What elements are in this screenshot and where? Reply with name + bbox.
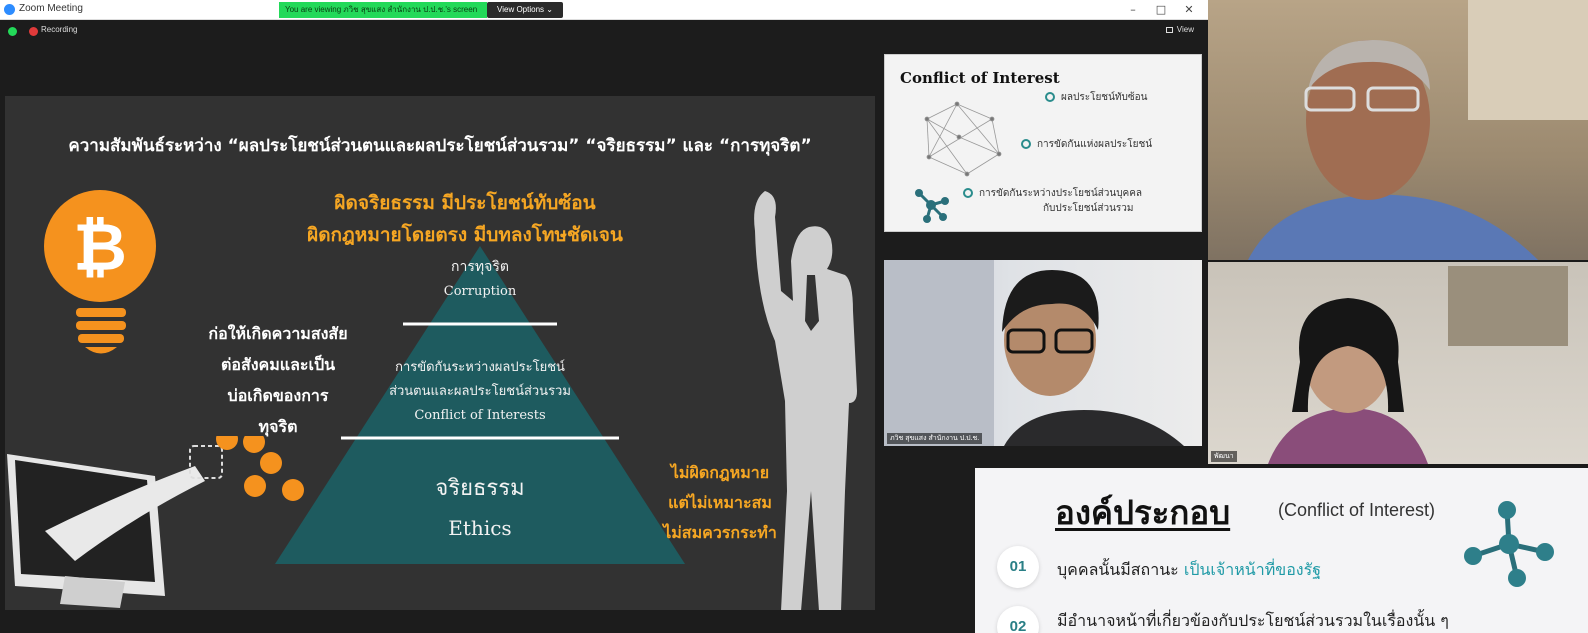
video-tile-presenter[interactable]: ภวิช สุขแสง สำนักงาน ป.ป.ช.: [884, 260, 1202, 446]
mini-slide-item-1: ผลประโยชน์ทับซ้อน: [1045, 90, 1148, 105]
speaker-2-video: [1268, 266, 1568, 464]
left-text-line: ต่อสังคมและเป็น: [220, 355, 336, 374]
mini-slide-item-text: ผลประโยชน์ทับซ้อน: [1061, 92, 1148, 103]
component-item-2: มีอำนาจหน้าที่เกี่ยวข้องกับประโยชน์ส่วนร…: [1057, 609, 1449, 633]
component-item-text: มีอำนาจหน้าที่เกี่ยวข้องกับประโยชน์ส่วนร…: [1057, 611, 1449, 630]
shared-screen-slide: ความสัมพันธ์ระหว่าง “ผลประโยชน์ส่วนตนและ…: [5, 96, 875, 610]
left-text-line: ก่อให้เกิดความสงสัย: [208, 324, 348, 343]
slide-title: ความสัมพันธ์ระหว่าง “ผลประโยชน์ส่วนตนและ…: [68, 136, 812, 156]
components-slide: องค์ประกอบ (Conflict of Interest) 01 บุค…: [975, 468, 1588, 633]
mini-slide-item-text: การขัดกันระหว่างประโยชน์ส่วนบุคคล: [979, 188, 1143, 199]
mini-slide-item-3-cont: กับประโยชน์ส่วนรวม: [1043, 203, 1134, 214]
monitor-coins-illustration: [7, 436, 304, 608]
molecule-icon: [1464, 501, 1554, 587]
bitcoin-lightbulb-icon: ₿: [44, 190, 156, 354]
components-heading: องค์ประกอบ: [1055, 493, 1231, 532]
component-item-text: บุคคลนั้นมีสถานะ: [1057, 560, 1184, 579]
participant-name-label: ภวิช สุขแสง สำนักงาน ป.ป.ช.: [887, 433, 983, 444]
view-options-label: View Options: [497, 5, 545, 14]
speaker-1-video: [1248, 0, 1588, 260]
mini-slide-thumbnail[interactable]: Conflict of Interest ผลประโยชน์ทับซ้อน ก…: [884, 54, 1202, 232]
view-button[interactable]: View: [1165, 25, 1194, 34]
mini-slide-item-text: การขัดกันแห่งผลประโยชน์: [1037, 139, 1153, 150]
radio-icon: [1021, 139, 1031, 149]
component-item-1: บุคคลนั้นมีสถานะ เป็นเจ้าหน้าที่ของรัฐ: [1057, 558, 1321, 583]
mini-slide-title: Conflict of Interest: [900, 69, 1060, 87]
components-subheading: (Conflict of Interest): [1278, 500, 1436, 520]
presenter-video: [884, 260, 1184, 446]
network-graph-icon: [924, 101, 1002, 177]
pyramid-middle-th-1: การขัดกันระหว่างผลประโยชน์: [395, 360, 565, 375]
close-button[interactable]: ✕: [1178, 2, 1200, 18]
minimize-button[interactable]: –: [1122, 2, 1144, 18]
viewing-banner: You are viewing ภวิช สุขแสง สำนักงาน ป.ป…: [279, 2, 487, 18]
shield-icon[interactable]: [8, 27, 17, 36]
maximize-button[interactable]: □: [1150, 2, 1172, 18]
item-number-badge: 02: [997, 606, 1039, 633]
recording-icon: [29, 27, 38, 36]
pyramid-bottom-en: Ethics: [448, 516, 512, 540]
pyramid-bottom-th: จริยธรรม: [435, 476, 525, 501]
participant-name-label: พัฒนา: [1211, 451, 1237, 462]
view-options-button[interactable]: View Options ⌄: [487, 2, 563, 18]
svg-text:₿: ₿: [73, 209, 127, 286]
chevron-down-icon: ⌄: [546, 5, 553, 14]
radio-icon: [963, 188, 973, 198]
mini-slide-item-3: การขัดกันระหว่างประโยชน์ส่วนบุคคล: [963, 186, 1142, 201]
headline-line-1: ผิดจริยธรรม มีประโยชน์ทับซ้อน: [334, 192, 596, 214]
left-text-line: บ่อเกิดของการ: [227, 386, 329, 405]
mini-slide-item-2: การขัดกันแห่งผลประโยชน์: [1021, 137, 1152, 152]
item-number-badge: 01: [997, 546, 1039, 588]
pyramid-middle-en: Conflict of Interests: [414, 408, 546, 423]
window-title: Zoom Meeting: [19, 3, 83, 14]
screen: Zoom Meeting You are viewing ภวิช สุขแสง…: [0, 0, 1588, 633]
pyramid-middle-th-2: ส่วนตนและผลประโยชน์ส่วนรวม: [389, 384, 571, 399]
title-bar: Zoom Meeting You are viewing ภวิช สุขแสง…: [0, 0, 1208, 20]
zoom-app-icon: [4, 4, 15, 15]
businessman-illustration: [754, 191, 857, 610]
pyramid-top-th: การทุจริต: [451, 259, 509, 275]
left-text-block: ก่อให้เกิดความสงสัย ต่อสังคมและเป็น บ่อเ…: [193, 318, 363, 442]
view-label: View: [1176, 25, 1194, 34]
grid-icon: [1165, 26, 1173, 33]
video-tile-speaker-2[interactable]: พัฒนา: [1208, 262, 1588, 464]
molecule-icon: [915, 189, 949, 223]
recording-label: Recording: [41, 25, 78, 34]
pyramid-top-en: Corruption: [443, 284, 517, 299]
radio-icon: [1045, 92, 1055, 102]
video-tile-speaker-1[interactable]: [1208, 0, 1588, 260]
meeting-status-bar: Recording View: [0, 22, 1208, 40]
component-item-highlight: เป็นเจ้าหน้าที่ของรัฐ: [1183, 560, 1322, 579]
